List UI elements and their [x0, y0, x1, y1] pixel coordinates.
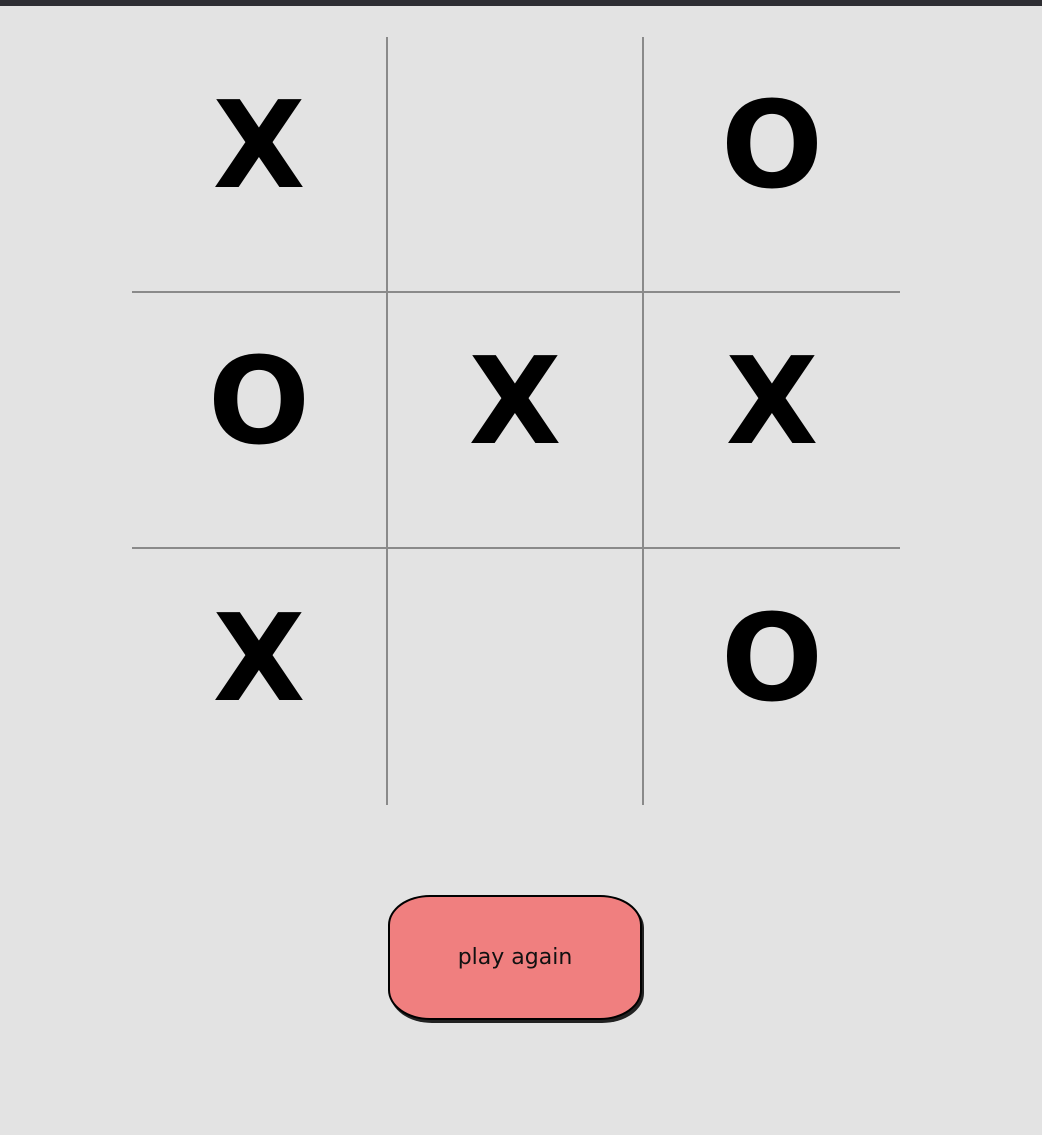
cell-0[interactable]: X [132, 37, 388, 293]
cell-2[interactable]: O [644, 37, 900, 293]
cell-1[interactable] [388, 37, 644, 293]
cell-6[interactable]: X [132, 549, 388, 805]
play-again-button[interactable]: play again [388, 895, 642, 1020]
cell-8[interactable]: O [644, 549, 900, 805]
cell-5[interactable]: X [644, 293, 900, 549]
cell-7[interactable] [388, 549, 644, 805]
cell-3[interactable]: O [132, 293, 388, 549]
window-top-bar [0, 0, 1042, 6]
tic-tac-toe-board: X O O X X X O [132, 37, 900, 805]
cell-4[interactable]: X [388, 293, 644, 549]
